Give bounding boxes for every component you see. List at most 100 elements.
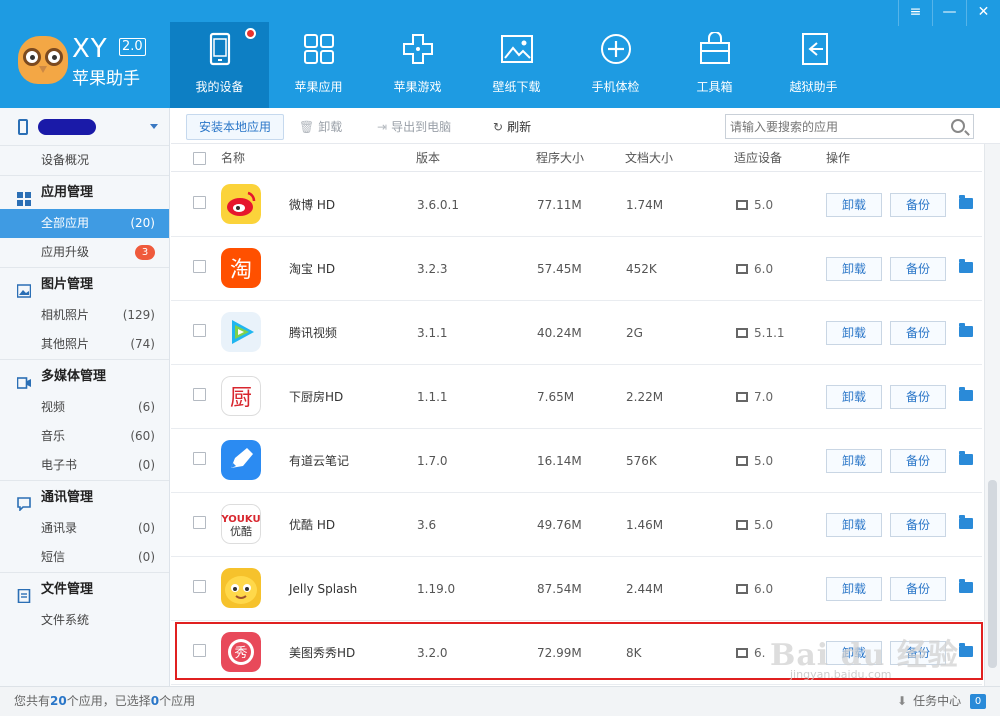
table-row[interactable]: YOUKU 优酷 优酷 HD 3.6 49.76M 1.46M 5.0 卸载 备份 <box>171 493 982 557</box>
row-checkbox[interactable] <box>193 324 206 337</box>
backup-button[interactable]: 备份 <box>890 257 946 281</box>
task-center-button[interactable]: ⬇ 任务中心 <box>897 687 961 716</box>
meitu-icon: 秀 <box>221 632 261 672</box>
col-action: 操作 <box>826 151 851 165</box>
device-selector[interactable] <box>0 108 169 146</box>
row-checkbox[interactable] <box>193 452 206 465</box>
select-all-checkbox[interactable] <box>193 152 206 165</box>
refresh-button[interactable]: ↻ 刷新 <box>493 114 531 140</box>
uninstall-button[interactable]: 卸载 <box>826 449 882 473</box>
sidebar-item-device-overview[interactable]: 设备概况 <box>0 146 169 175</box>
watermark-url: jingyan.baidu.com <box>790 668 892 681</box>
uninstall-button[interactable]: 卸载 <box>826 193 882 217</box>
folder-icon[interactable] <box>959 643 973 657</box>
sidebar-item[interactable]: 其他照片 (74) <box>0 330 169 359</box>
main-nav: 我的设备 苹果应用 苹果游戏 壁纸下载 手机体检 工具箱 越狱助手 <box>170 22 863 108</box>
nav-item-checkup[interactable]: 手机体检 <box>566 22 665 108</box>
refresh-icon: ↻ <box>493 120 504 134</box>
logo-version: 2.0 <box>119 38 146 56</box>
table-row[interactable]: 腾讯视频 3.1.1 40.24M 2G 5.1.1 卸载 备份 <box>171 301 982 365</box>
sidebar-group-chat[interactable]: 通讯管理 <box>0 480 169 514</box>
folder-icon[interactable] <box>959 387 973 401</box>
folder-icon[interactable] <box>959 195 973 209</box>
app-name: 苹果助手 <box>72 69 140 89</box>
search-input[interactable] <box>726 115 946 138</box>
table-row[interactable]: 淘 淘宝 HD 3.2.3 57.45M 452K 6.0 卸载 备份 <box>171 237 982 301</box>
sidebar-item[interactable]: 视频 (6) <box>0 393 169 422</box>
file-icon <box>17 583 31 604</box>
sidebar-item[interactable]: 文件系统 <box>0 606 169 635</box>
nav-item-toolbox[interactable]: 工具箱 <box>665 22 764 108</box>
device-icon <box>736 328 748 338</box>
row-checkbox[interactable] <box>193 644 206 657</box>
app-name: 有道云笔记 <box>289 454 350 468</box>
device-icon <box>203 32 237 66</box>
chevron-down-icon[interactable] <box>150 124 158 129</box>
uninstall-button[interactable]: 卸载 <box>826 257 882 281</box>
backup-button[interactable]: 备份 <box>890 321 946 345</box>
sidebar-group-file[interactable]: 文件管理 <box>0 572 169 606</box>
menu-icon[interactable]: ≡ <box>898 0 932 26</box>
col-version: 版本 <box>416 151 441 165</box>
scrollbar[interactable] <box>984 144 1000 686</box>
nav-item-jailbreak[interactable]: 越狱助手 <box>764 22 863 108</box>
close-icon[interactable]: ✕ <box>966 0 1000 26</box>
sidebar-group-app-manage[interactable]: 应用管理 <box>0 175 169 209</box>
nav-item-wallpaper[interactable]: 壁纸下载 <box>467 22 566 108</box>
task-count-badge: 0 <box>970 694 986 709</box>
col-app-size: 程序大小 <box>536 151 585 165</box>
sidebar-item[interactable]: 全部应用 (20) <box>0 209 169 238</box>
table-row[interactable]: 微博 HD 3.6.0.1 77.11M 1.74M 5.0 卸载 备份 <box>171 173 982 237</box>
folder-icon[interactable] <box>959 451 973 465</box>
device-icon <box>736 584 748 594</box>
sidebar-item[interactable]: 通讯录 (0) <box>0 514 169 543</box>
minimize-icon[interactable]: — <box>932 0 966 26</box>
sidebar-item[interactable]: 短信 (0) <box>0 543 169 572</box>
table-row[interactable]: 厨 下厨房HD 1.1.1 7.65M 2.22M 7.0 卸载 备份 <box>171 365 982 429</box>
sidebar-group-photo[interactable]: 图片管理 <box>0 267 169 301</box>
uninstall-button[interactable]: 🗑 卸载 <box>299 114 342 140</box>
logo-text: XY <box>72 34 108 64</box>
sidebar-item[interactable]: 电子书 (0) <box>0 451 169 480</box>
device-requirement: 7.0 <box>736 365 773 429</box>
folder-icon[interactable] <box>959 323 973 337</box>
row-checkbox[interactable] <box>193 260 206 273</box>
window-controls: ≡ — ✕ <box>898 0 1000 26</box>
table-row[interactable]: Jelly Splash 1.19.0 87.54M 2.44M 6.0 卸载 备份 <box>171 557 982 621</box>
app-manage-icon <box>17 186 31 206</box>
sidebar-item[interactable]: 音乐 (60) <box>0 422 169 451</box>
nav-item-apps-grid[interactable]: 苹果应用 <box>269 22 368 108</box>
scrollbar-thumb[interactable] <box>988 480 997 668</box>
folder-icon[interactable] <box>959 515 973 529</box>
backup-button[interactable]: 备份 <box>890 385 946 409</box>
nav-item-label: 越狱助手 <box>789 80 838 94</box>
search-icon[interactable] <box>951 119 965 133</box>
row-checkbox[interactable] <box>193 580 206 593</box>
device-requirement: 5.0 <box>736 173 773 237</box>
uninstall-button[interactable]: 卸载 <box>826 577 882 601</box>
sidebar-group-media[interactable]: 多媒体管理 <box>0 359 169 393</box>
sidebar-item[interactable]: 相机照片 (129) <box>0 301 169 330</box>
uninstall-button[interactable]: 卸载 <box>826 321 882 345</box>
backup-button[interactable]: 备份 <box>890 577 946 601</box>
nav-item-device[interactable]: 我的设备 <box>170 22 269 108</box>
table-row[interactable]: 有道云笔记 1.7.0 16.14M 576K 5.0 卸载 备份 <box>171 429 982 493</box>
folder-icon[interactable] <box>959 579 973 593</box>
nav-item-gamepad[interactable]: 苹果游戏 <box>368 22 467 108</box>
export-to-pc-button[interactable]: ⇥ 导出到电脑 <box>377 114 451 140</box>
folder-icon[interactable] <box>959 259 973 273</box>
status-summary: 您共有20个应用，已选择0个应用 <box>14 694 196 708</box>
app-name: 优酷 HD <box>289 518 336 532</box>
item-count: (60) <box>130 429 155 443</box>
uninstall-button[interactable]: 卸载 <box>826 513 882 537</box>
install-local-app-button[interactable]: 安装本地应用 <box>186 114 284 140</box>
uninstall-button[interactable]: 卸载 <box>826 385 882 409</box>
row-checkbox[interactable] <box>193 516 206 529</box>
backup-button[interactable]: 备份 <box>890 513 946 537</box>
row-checkbox[interactable] <box>193 196 206 209</box>
backup-button[interactable]: 备份 <box>890 449 946 473</box>
item-count: (74) <box>130 337 155 351</box>
row-checkbox[interactable] <box>193 388 206 401</box>
backup-button[interactable]: 备份 <box>890 193 946 217</box>
sidebar-item[interactable]: 应用升级 3 <box>0 238 169 267</box>
